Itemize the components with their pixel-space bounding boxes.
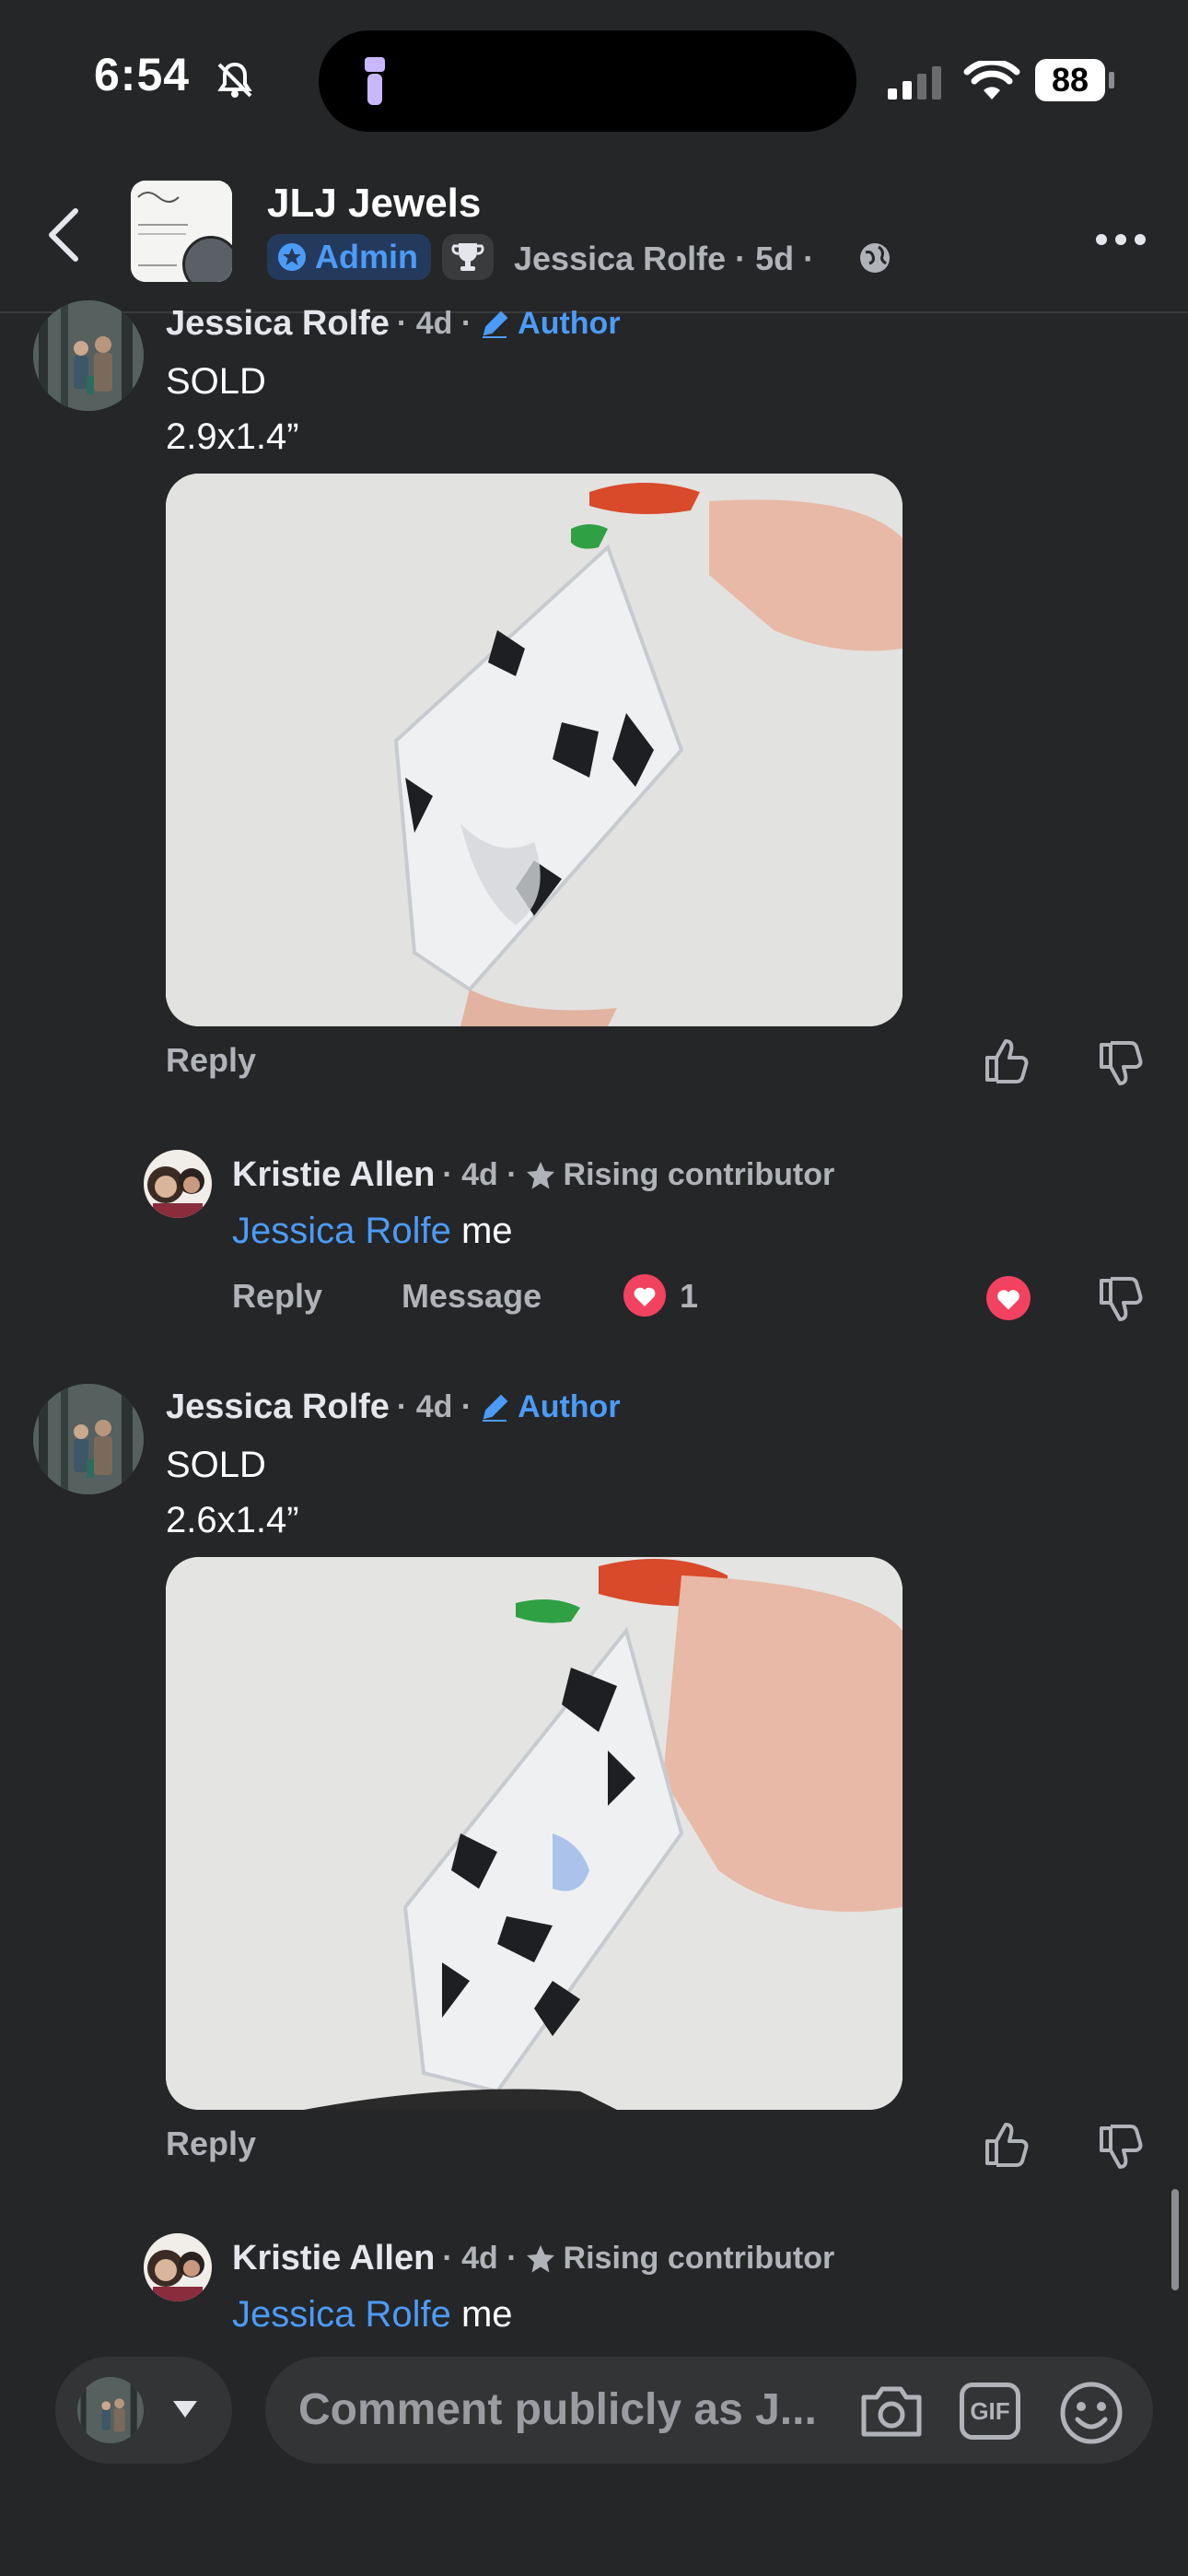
commenter-name[interactable]: Kristie Allen xyxy=(232,2239,435,2278)
reaction-count[interactable]: 1 xyxy=(680,1277,698,1316)
more-options-icon[interactable] xyxy=(1094,230,1147,249)
reply-text: me xyxy=(450,1211,513,1251)
dislike-icon[interactable] xyxy=(1098,1277,1146,1323)
reply-body: Jessica Rolfe me xyxy=(232,1203,513,1259)
comment-header: Jessica Rolfe · 4d · Author xyxy=(166,1388,621,1427)
admin-badge: Admin xyxy=(267,234,431,280)
comment-time: · 4d · xyxy=(396,306,472,341)
commenter-name[interactable]: Jessica Rolfe xyxy=(166,1388,390,1427)
moonstone-photo-2 xyxy=(166,1557,903,2110)
comment-photo[interactable] xyxy=(166,474,903,1026)
star-icon xyxy=(526,1161,554,1188)
message-button[interactable]: Message xyxy=(402,1277,542,1316)
reply-button[interactable]: Reply xyxy=(166,2125,256,2163)
admin-label: Admin xyxy=(315,238,418,275)
silent-mode-icon xyxy=(217,62,252,98)
wifi-icon xyxy=(963,61,1020,100)
moonstone-photo-1 xyxy=(166,474,903,1026)
public-globe-icon xyxy=(860,243,890,273)
comment-line: 2.6x1.4” xyxy=(166,1500,299,1540)
group-cover-thumbnail[interactable] xyxy=(131,181,232,282)
commenter-name[interactable]: Kristie Allen xyxy=(232,1155,435,1195)
comment-line: SOLD xyxy=(166,1445,266,1485)
author-badge: Author xyxy=(518,306,621,341)
trophy-icon xyxy=(451,243,484,271)
top-contributor-badge xyxy=(442,234,494,280)
love-reaction-icon[interactable] xyxy=(623,1273,667,1317)
comment-body: SOLD 2.9x1.4” xyxy=(166,354,299,464)
dislike-icon[interactable] xyxy=(1098,1041,1146,1087)
battery-level: 88 xyxy=(1051,61,1089,99)
comment-placeholder: Comment publicly as J... xyxy=(298,2385,817,2434)
commenter-avatar[interactable] xyxy=(33,1384,144,1494)
group-name[interactable]: JLJ Jewels xyxy=(267,181,481,227)
avatar-photo xyxy=(144,1150,212,1218)
reply-avatar[interactable] xyxy=(144,2233,212,2301)
cellular-signal-icon xyxy=(888,66,941,100)
star-icon xyxy=(526,2244,554,2272)
mention-link[interactable]: Jessica Rolfe xyxy=(232,1211,451,1251)
like-icon[interactable] xyxy=(984,1037,1031,1083)
dislike-icon[interactable] xyxy=(1098,2125,1146,2171)
battery-indicator: 88 xyxy=(1035,59,1105,101)
admin-star-icon xyxy=(278,243,306,271)
reply-avatar[interactable] xyxy=(144,1150,212,1218)
caret-down-icon xyxy=(173,2401,197,2418)
reply-button[interactable]: Reply xyxy=(166,1041,256,1080)
profile-switcher[interactable] xyxy=(55,2357,232,2464)
comment-time: · 4d · xyxy=(442,1157,518,1192)
dynamic-island xyxy=(319,30,856,132)
mention-link[interactable]: Jessica Rolfe xyxy=(232,2294,451,2335)
composer-avatar xyxy=(77,2377,144,2443)
avatar-photo xyxy=(77,2377,144,2443)
commenter-name[interactable]: Jessica Rolfe xyxy=(166,304,390,344)
comment-time: · 4d · xyxy=(442,2241,518,2276)
post-meta: Jessica Rolfe · 5d · xyxy=(514,240,815,277)
comment-line: SOLD xyxy=(166,361,266,402)
gif-label: GIF xyxy=(970,2396,1010,2425)
back-arrow-icon[interactable] xyxy=(42,207,88,263)
reply-button[interactable]: Reply xyxy=(232,1277,322,1316)
loved-reaction-icon[interactable] xyxy=(985,1275,1031,1321)
contributor-badge: Rising contributor xyxy=(563,1157,835,1192)
comment-body: SOLD 2.6x1.4” xyxy=(166,1437,299,1548)
scrollbar[interactable] xyxy=(1171,2189,1179,2290)
reply-header: Kristie Allen · 4d · Rising contributor xyxy=(232,1155,834,1195)
comment-photo[interactable] xyxy=(166,1557,903,2110)
pencil-icon xyxy=(483,310,508,338)
gif-button[interactable]: GIF xyxy=(960,2383,1020,2440)
emoji-icon[interactable] xyxy=(1059,2381,1124,2445)
avatar-photo xyxy=(144,2233,212,2301)
comment-time: · 4d · xyxy=(396,1389,472,1424)
avatar-photo xyxy=(33,300,144,411)
reply-header: Kristie Allen · 4d · Rising contributor xyxy=(232,2239,834,2278)
pencil-icon xyxy=(483,1394,508,1422)
status-time: 6:54 xyxy=(94,49,191,100)
comment-line: 2.9x1.4” xyxy=(166,416,299,457)
reply-body: Jessica Rolfe me xyxy=(232,2287,513,2342)
comment-header: Jessica Rolfe · 4d · Author xyxy=(166,304,621,344)
author-badge: Author xyxy=(518,1389,621,1424)
commenter-avatar[interactable] xyxy=(33,300,144,411)
avatar-photo xyxy=(33,1384,144,1494)
camera-icon[interactable] xyxy=(858,2384,925,2440)
reply-text: me xyxy=(450,2294,513,2335)
battery-cap xyxy=(1109,72,1114,88)
like-icon[interactable] xyxy=(984,2121,1031,2167)
flashlight-icon xyxy=(365,57,385,105)
contributor-badge: Rising contributor xyxy=(563,2241,835,2276)
